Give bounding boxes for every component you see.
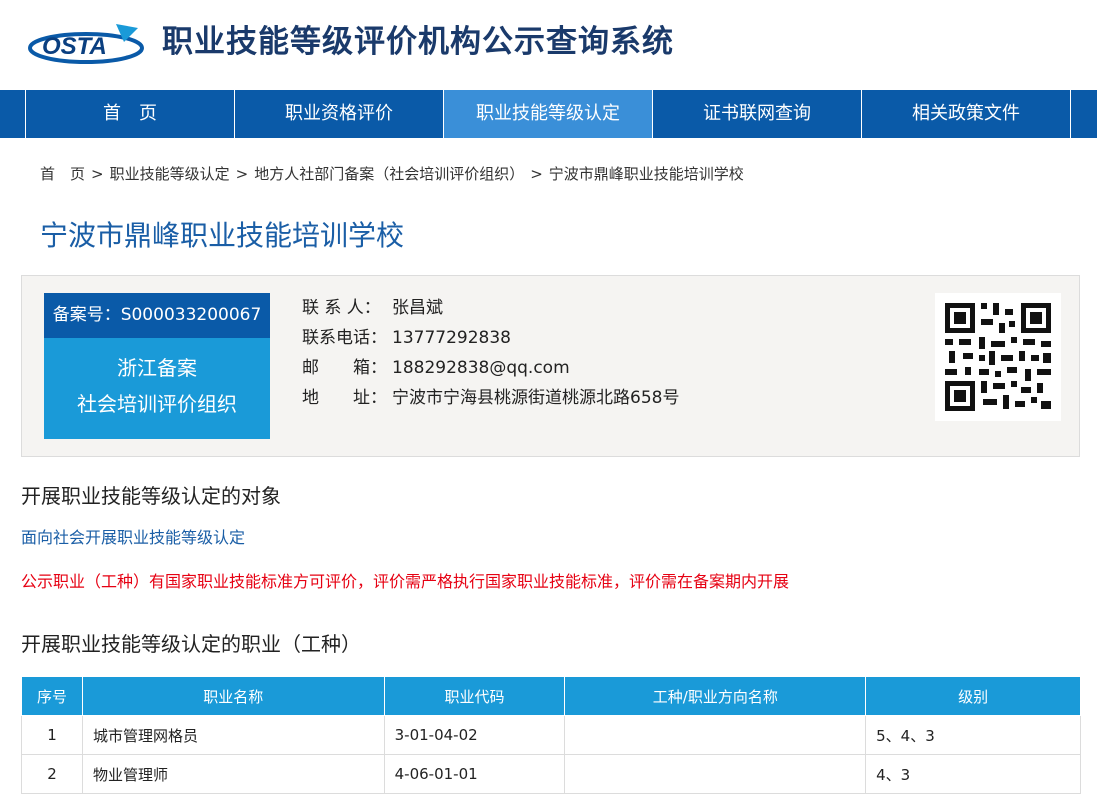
nav-item-certificate-query[interactable]: 证书联网查询 <box>653 90 862 138</box>
col-header-occupation-code: 职业代码 <box>383 676 566 716</box>
section-target-note: 公示职业（工种）有国家职业技能标准方可评价，评价需严格执行国家职业技能标准，评价… <box>21 572 790 591</box>
qr-code-icon <box>935 293 1061 421</box>
contact-address-label: 地 址： <box>302 388 387 408</box>
section-target-link[interactable]: 面向社会开展职业技能等级认定 <box>21 526 245 550</box>
cell-occupation-name: 城市管理网格员 <box>81 715 385 755</box>
breadcrumb-separator: > <box>235 165 249 183</box>
contact-phone-value: 13777292838 <box>392 328 511 348</box>
breadcrumb-local-record[interactable]: 地方人社部门备案（社会培训评价组织） <box>254 165 524 183</box>
nav-item-policy-files[interactable]: 相关政策文件 <box>862 90 1071 138</box>
cell-occupation-name: 物业管理师 <box>81 754 385 794</box>
site-title: 职业技能等级评价机构公示查询系统 <box>162 24 674 60</box>
badge-org-type: 社会培训评价组织 <box>77 392 237 416</box>
cell-level: 5、4、3 <box>865 715 1081 755</box>
contact-address-value: 宁波市宁海县桃源街道桃源北路658号 <box>392 388 680 408</box>
cell-index: 1 <box>21 715 83 755</box>
site-header: OSTA 职业技能等级评价机构公示查询系统 <box>0 0 1097 90</box>
org-info-panel: 备案号：S000033200067 浙江备案 社会培训评价组织 联 系 人： 张昌… <box>21 275 1080 457</box>
table-row: 1 城市管理网格员 3-01-04-02 5、4、3 <box>21 715 1081 755</box>
col-header-index: 序号 <box>21 676 83 716</box>
contact-person-value: 张昌斌 <box>392 298 443 318</box>
section-occupation-heading: 开展职业技能等级认定的职业（工种） <box>21 632 361 656</box>
table-row: 2 物业管理师 4-06-01-01 4、3 <box>21 754 1081 794</box>
col-header-job-direction: 工种/职业方向名称 <box>564 676 867 716</box>
breadcrumb-separator: > <box>530 165 543 183</box>
breadcrumb-skill-level[interactable]: 职业技能等级认定 <box>110 165 230 183</box>
contact-email-label: 邮 箱： <box>302 358 387 378</box>
badge-province: 浙江备案 <box>117 356 197 380</box>
cell-occupation-code: 4-06-01-01 <box>383 754 566 794</box>
cell-job-direction <box>564 754 867 794</box>
contact-email-value: 188292838@qq.com <box>392 358 570 378</box>
contact-phone-label: 联系电话： <box>302 328 387 348</box>
col-header-occupation-name: 职业名称 <box>81 676 385 716</box>
contact-person-row: 联 系 人： 张昌斌 <box>302 293 679 323</box>
cell-index: 2 <box>21 754 83 794</box>
breadcrumb-home[interactable]: 首 页 <box>40 165 85 183</box>
breadcrumb-separator: > <box>91 165 104 183</box>
record-badge: 备案号：S000033200067 浙江备案 社会培训评价组织 <box>44 293 270 439</box>
nav-edge <box>0 90 26 138</box>
logo-text: OSTA <box>42 33 107 60</box>
record-number: 备案号：S000033200067 <box>44 293 270 338</box>
nav-item-qualification[interactable]: 职业资格评价 <box>235 90 444 138</box>
org-title: 宁波市鼎峰职业技能培训学校 <box>40 219 405 252</box>
breadcrumb: 首 页 > 职业技能等级认定 > 地方人社部门备案（社会培训评价组织） > 宁波市鼎峰职业技… <box>40 164 744 184</box>
col-header-level: 级别 <box>865 676 1081 716</box>
table-header-row: 序号 职业名称 职业代码 工种/职业方向名称 级别 <box>21 676 1081 716</box>
breadcrumb-current: 宁波市鼎峰职业技能培训学校 <box>548 165 744 183</box>
nav-item-skill-level[interactable]: 职业技能等级认定 <box>444 90 653 138</box>
contact-info: 联 系 人： 张昌斌 联系电话： 13777292838 邮 箱： 188292838… <box>302 293 679 413</box>
nav-item-home[interactable]: 首 页 <box>26 90 235 138</box>
contact-person-label: 联 系 人： <box>302 298 381 318</box>
cell-occupation-code: 3-01-04-02 <box>383 715 566 755</box>
section-target-heading: 开展职业技能等级认定的对象 <box>21 484 281 508</box>
contact-phone-row: 联系电话： 13777292838 <box>302 323 679 353</box>
contact-email-row: 邮 箱： 188292838@qq.com <box>302 353 679 383</box>
cell-level: 4、3 <box>865 754 1081 794</box>
occupation-table: 序号 职业名称 职业代码 工种/职业方向名称 级别 1 城市管理网格员 3-01… <box>21 676 1081 794</box>
osta-logo[interactable]: OSTA <box>28 20 148 68</box>
main-nav: 首 页 职业资格评价 职业技能等级认定 证书联网查询 相关政策文件 <box>0 90 1097 138</box>
cell-job-direction <box>564 715 867 755</box>
contact-address-row: 地 址： 宁波市宁海县桃源街道桃源北路658号 <box>302 383 679 413</box>
